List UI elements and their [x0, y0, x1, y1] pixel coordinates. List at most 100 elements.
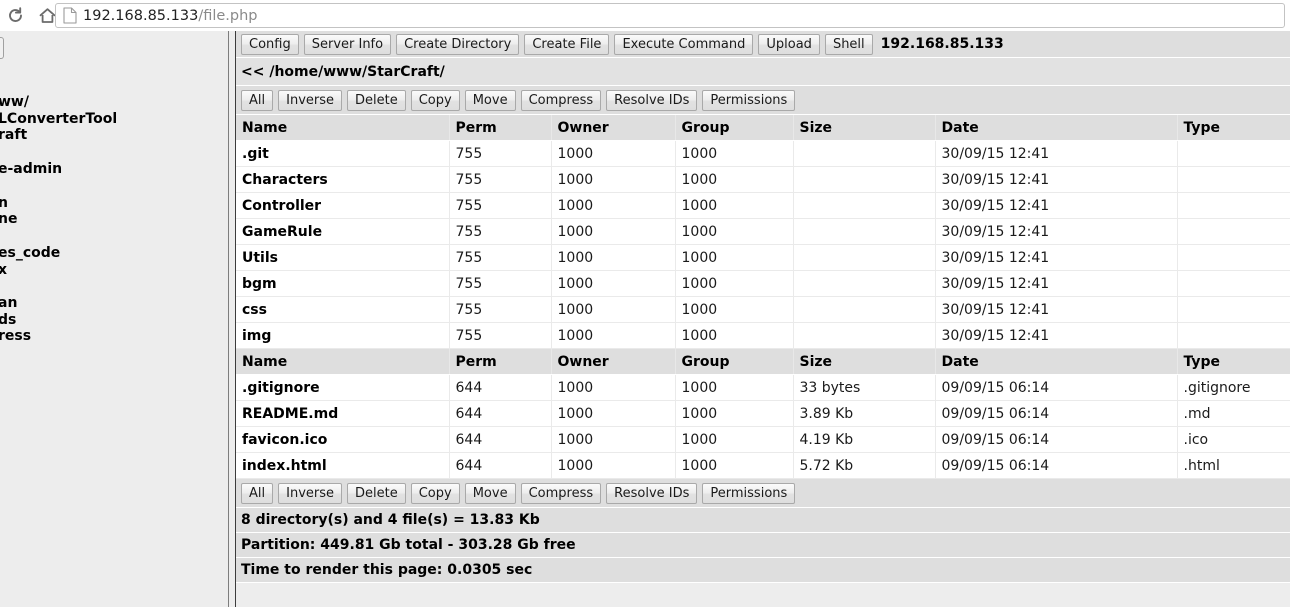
cell-owner: 1000 — [551, 296, 676, 323]
cell-name[interactable]: bgm — [236, 270, 450, 297]
column-header-name[interactable]: Name — [236, 115, 450, 141]
invert-selection-button[interactable]: Inverse — [278, 482, 343, 504]
parent-directory-link[interactable]: << /home/www/StarCraft/ — [241, 64, 445, 80]
address-bar-text: 192.168.85.133/file.php — [83, 8, 258, 24]
delete-button[interactable]: Delete — [347, 89, 406, 111]
address-bar[interactable]: 192.168.85.133/file.php — [55, 3, 1285, 28]
table-row[interactable]: .git 755 1000 1000 30/09/15 12:41 — [236, 140, 1290, 167]
tree-item[interactable]: ds — [0, 312, 16, 328]
table-row[interactable]: Characters 755 1000 1000 30/09/15 12:41 — [236, 166, 1290, 193]
table-row[interactable]: README.md 644 1000 1000 3.89 Kb 09/09/15 06:1… — [236, 400, 1290, 427]
column-header-type[interactable]: Type — [1177, 349, 1290, 375]
table-row[interactable]: img 755 1000 1000 30/09/15 12:41 — [236, 322, 1290, 349]
cell-owner: 1000 — [551, 166, 676, 193]
cell-name[interactable]: Characters — [236, 166, 450, 193]
page-footer-space — [236, 583, 1290, 607]
cell-size — [793, 166, 936, 193]
create-directory-button[interactable]: Create Directory — [396, 33, 520, 55]
copy-button[interactable]: Copy — [410, 482, 460, 504]
tree-item[interactable]: ress — [0, 328, 31, 344]
cell-name[interactable]: index.html — [236, 452, 450, 479]
tree-item[interactable]: es_code — [0, 245, 60, 261]
cell-name[interactable]: img — [236, 322, 450, 349]
shell-button[interactable]: Shell — [824, 33, 873, 55]
table-row[interactable]: index.html 644 1000 1000 5.72 Kb 09/09/15 06:… — [236, 452, 1290, 479]
table-row[interactable]: favicon.ico 644 1000 1000 4.19 Kb 09/09/15 06… — [236, 426, 1290, 453]
cell-name[interactable]: Controller — [236, 192, 450, 219]
table-row[interactable]: Controller 755 1000 1000 30/09/15 12:41 — [236, 192, 1290, 219]
pane-divider[interactable] — [228, 31, 236, 607]
upload-button[interactable]: Upload — [758, 33, 820, 55]
cell-name[interactable]: Utils — [236, 244, 450, 271]
cell-size — [793, 322, 936, 349]
tree-item[interactable]: LConverterTool — [0, 111, 117, 127]
column-header-owner[interactable]: Owner — [551, 349, 676, 375]
cell-size: 5.72 Kb — [793, 452, 936, 479]
column-header-date[interactable]: Date — [935, 115, 1178, 141]
column-header-group[interactable]: Group — [675, 349, 794, 375]
move-button[interactable]: Move — [464, 482, 516, 504]
column-header-size[interactable]: Size — [793, 115, 936, 141]
column-header-perm[interactable]: Perm — [449, 115, 552, 141]
tree-item[interactable]: e-admin — [0, 161, 62, 177]
compress-button[interactable]: Compress — [520, 482, 602, 504]
cell-name[interactable]: favicon.ico — [236, 426, 450, 453]
tree-collapse-button[interactable] — [0, 37, 4, 59]
invert-selection-button[interactable]: Inverse — [278, 89, 343, 111]
table-row[interactable]: bgm 755 1000 1000 30/09/15 12:41 — [236, 270, 1290, 297]
column-header-size[interactable]: Size — [793, 349, 936, 375]
cell-size — [793, 192, 936, 219]
tree-item[interactable]: ne — [0, 211, 17, 227]
directory-table-header-row: Name Perm Owner Group Size Date Type — [236, 115, 1290, 141]
cell-perm: 755 — [449, 140, 552, 167]
table-row[interactable]: GameRule 755 1000 1000 30/09/15 12:41 — [236, 218, 1290, 245]
column-header-group[interactable]: Group — [675, 115, 794, 141]
permissions-button[interactable]: Permissions — [702, 482, 796, 504]
cell-type: .md — [1177, 400, 1290, 427]
cell-name[interactable]: GameRule — [236, 218, 450, 245]
cell-name[interactable]: .gitignore — [236, 374, 450, 401]
cell-name[interactable]: css — [236, 296, 450, 323]
create-file-button[interactable]: Create File — [524, 33, 610, 55]
column-header-type[interactable]: Type — [1177, 115, 1290, 141]
table-row[interactable]: .gitignore 644 1000 1000 33 bytes 09/09/15 06… — [236, 374, 1290, 401]
server-info-button[interactable]: Server Info — [303, 33, 392, 55]
url-path: /file.php — [198, 7, 258, 24]
table-row[interactable]: css 755 1000 1000 30/09/15 12:41 — [236, 296, 1290, 323]
reload-icon[interactable] — [2, 3, 28, 29]
compress-button[interactable]: Compress — [520, 89, 602, 111]
resolve-ids-button[interactable]: Resolve IDs — [606, 482, 698, 504]
cell-size — [793, 296, 936, 323]
tree-item[interactable]: x — [0, 262, 7, 278]
cell-type — [1177, 322, 1290, 349]
host-address-label: 192.168.85.133 — [880, 36, 1004, 52]
copy-button[interactable]: Copy — [410, 89, 460, 111]
column-header-name[interactable]: Name — [236, 349, 450, 375]
permissions-button[interactable]: Permissions — [702, 89, 796, 111]
column-header-owner[interactable]: Owner — [551, 115, 676, 141]
breadcrumb: << /home/www/StarCraft/ — [236, 58, 1290, 86]
tree-item[interactable]: an — [0, 295, 17, 311]
cell-date: 09/09/15 06:14 — [935, 452, 1178, 479]
select-all-button[interactable]: All — [241, 89, 274, 111]
table-row[interactable]: Utils 755 1000 1000 30/09/15 12:41 — [236, 244, 1290, 271]
file-table-header-row: Name Perm Owner Group Size Date Type — [236, 349, 1290, 375]
cell-type: .html — [1177, 452, 1290, 479]
cell-name[interactable]: .git — [236, 140, 450, 167]
column-header-perm[interactable]: Perm — [449, 349, 552, 375]
tree-item[interactable]: ww/ — [0, 94, 29, 110]
tree-item[interactable]: n — [0, 195, 8, 211]
page-viewport: ww/LConverterTool raft e-admin n ne es_code x a… — [0, 31, 1290, 607]
column-header-date[interactable]: Date — [935, 349, 1178, 375]
cell-date: 30/09/15 12:41 — [935, 322, 1178, 349]
cell-name[interactable]: README.md — [236, 400, 450, 427]
resolve-ids-button[interactable]: Resolve IDs — [606, 89, 698, 111]
move-button[interactable]: Move — [464, 89, 516, 111]
execute-command-button[interactable]: Execute Command — [614, 33, 754, 55]
selection-actions-toolbar-top: All Inverse Delete Copy Move Compress Re… — [236, 86, 1290, 115]
cell-size: 33 bytes — [793, 374, 936, 401]
tree-item[interactable]: raft — [0, 127, 27, 143]
delete-button[interactable]: Delete — [347, 482, 406, 504]
select-all-button[interactable]: All — [241, 482, 274, 504]
config-button[interactable]: Config — [241, 33, 299, 55]
